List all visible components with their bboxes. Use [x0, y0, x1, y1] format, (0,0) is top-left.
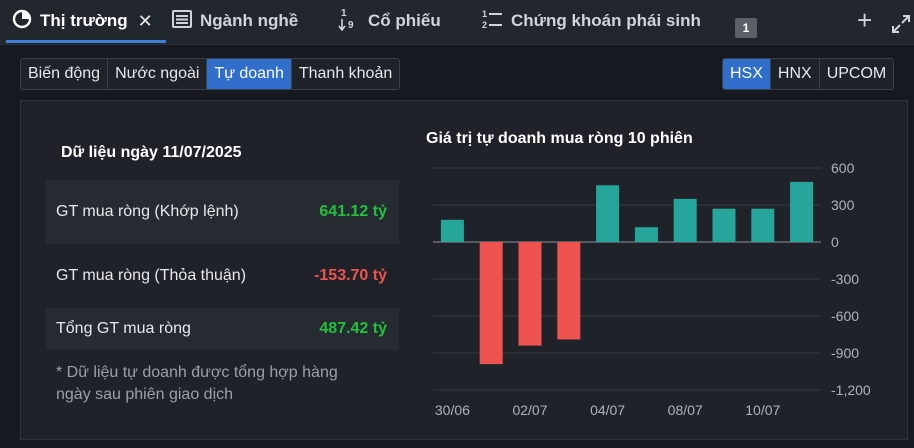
summary-row-label: Tổng GT mua ròng — [56, 320, 191, 337]
bar-03-07[interactable] — [557, 242, 581, 340]
expand-icon[interactable] — [891, 14, 911, 39]
bar-08-07[interactable] — [673, 198, 697, 242]
summary-row-value: -153.70 tỷ — [314, 267, 387, 284]
x-tick-label: 02/07 — [512, 402, 547, 418]
bar-04-07[interactable] — [596, 185, 620, 242]
summary-row-value: 641.12 tỷ — [319, 203, 387, 220]
summary-row-value: 487.42 tỷ — [319, 320, 387, 337]
y-tick-label: 300 — [831, 197, 855, 213]
close-icon[interactable]: ✕ — [138, 11, 153, 32]
summary-row-label: GT mua ròng (Khớp lệnh) — [56, 203, 239, 220]
sort-numeric-icon: 19 — [338, 7, 360, 36]
svg-text:1: 1 — [482, 9, 487, 19]
x-tick-label: 04/07 — [590, 402, 625, 418]
y-tick-label: -900 — [831, 345, 859, 361]
tab-derivatives-label: Chứng khoán phái sinh — [511, 11, 701, 30]
summary-row-negotiated: GT mua ròng (Thỏa thuận) -153.70 tỷ — [46, 244, 399, 308]
bar-07-07[interactable] — [634, 227, 658, 242]
exchange-button-upcom[interactable]: UPCOM — [819, 59, 894, 89]
svg-text:1: 1 — [341, 8, 347, 19]
tab-industry[interactable]: Ngành nghề — [172, 0, 298, 42]
view-button-liquidity[interactable]: Thanh khoản — [291, 59, 400, 89]
bar-02-07[interactable] — [518, 242, 542, 346]
x-tick-label: 08/07 — [668, 402, 703, 418]
tab-count-badge[interactable]: 1 — [735, 18, 757, 38]
summary-row-total: Tổng GT mua ròng 487.42 tỷ — [46, 308, 399, 350]
bar-11-07[interactable] — [790, 181, 814, 242]
view-selector: Biến động Nước ngoài Tự doanh Thanh khoả… — [20, 58, 401, 90]
y-tick-label: 0 — [831, 234, 839, 250]
pie-chart-icon — [12, 9, 32, 34]
bar-30-06[interactable] — [440, 219, 464, 242]
tab-bar: Thị trường ✕ Ngành nghề 19 Cổ phiếu 12 C… — [0, 0, 914, 45]
numbered-list-icon: 12 — [481, 8, 503, 35]
list-icon — [172, 9, 192, 33]
bar-09-07[interactable] — [712, 208, 736, 242]
summary-row-label: GT mua ròng (Thỏa thuận) — [56, 267, 247, 284]
data-note: * Dữ liệu tự doanh được tổng hợp hàng ng… — [56, 364, 338, 403]
exchange-button-hnx[interactable]: HNX — [770, 59, 820, 89]
y-tick-label: -1,200 — [831, 382, 871, 398]
view-button-fluctuation[interactable]: Biến động — [21, 59, 109, 89]
bar-10-07[interactable] — [751, 208, 775, 242]
x-tick-label: 30/06 — [435, 402, 470, 418]
tab-stocks[interactable]: 19 Cổ phiếu — [338, 0, 441, 42]
tab-derivatives[interactable]: 12 Chứng khoán phái sinh — [481, 0, 701, 42]
view-button-proprietary[interactable]: Tự doanh — [207, 59, 292, 89]
chart-title: Giá trị tự doanh mua ròng 10 phiên — [426, 130, 693, 147]
exchange-selector: HSX HNX UPCOM — [722, 58, 895, 90]
summary-row-matched: GT mua ròng (Khớp lệnh) 641.12 tỷ — [46, 180, 399, 244]
bar-01-07[interactable] — [479, 242, 503, 365]
tab-market[interactable]: Thị trường ✕ — [12, 0, 153, 42]
x-tick-label: 10/07 — [745, 402, 780, 418]
y-tick-label: -300 — [831, 271, 859, 287]
y-tick-label: 600 — [831, 160, 855, 176]
data-date-title: Dữ liệu ngày 11/07/2025 — [61, 144, 242, 161]
active-tab-indicator — [6, 40, 166, 43]
tab-stocks-label: Cổ phiếu — [368, 11, 441, 30]
tab-market-label: Thị trường — [40, 11, 128, 30]
proprietary-trading-panel: Dữ liệu ngày 11/07/2025 GT mua ròng (Khớ… — [20, 100, 908, 440]
svg-text:9: 9 — [348, 20, 354, 31]
view-button-foreign[interactable]: Nước ngoài — [108, 59, 208, 89]
exchange-button-hsx[interactable]: HSX — [723, 59, 771, 89]
svg-text:2: 2 — [482, 20, 487, 30]
y-tick-label: -600 — [831, 308, 859, 324]
add-tab-icon[interactable]: + — [857, 7, 872, 33]
tab-industry-label: Ngành nghề — [200, 11, 299, 30]
net-buy-bar-chart: 600 300 0 -300 -600 -900 -1,200 30/06 02/07 04/07… — [433, 160, 871, 418]
